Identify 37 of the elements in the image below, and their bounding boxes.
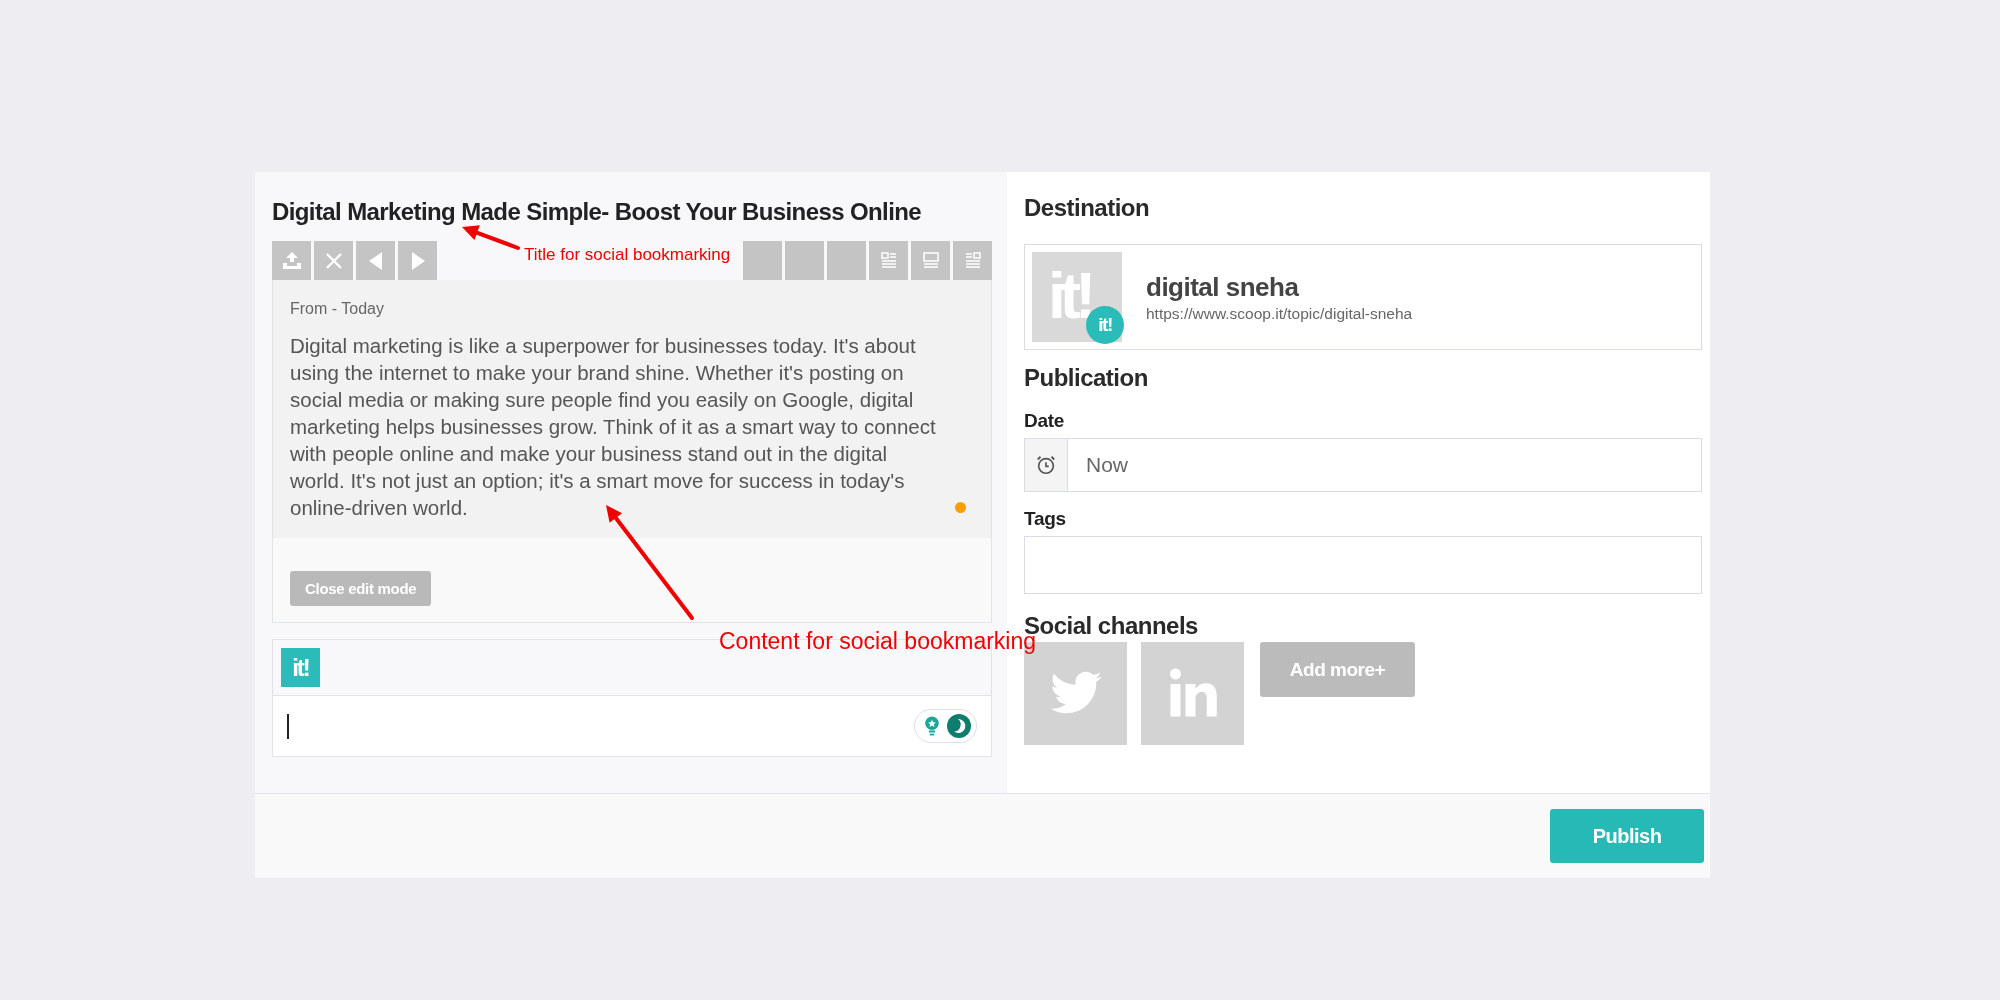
date-field[interactable]: Now xyxy=(1024,438,1702,492)
topic-url: https://www.scoop.it/topic/digital-sneha xyxy=(1146,304,1413,323)
toolbar-button[interactable] xyxy=(827,241,866,280)
toolbar-button[interactable] xyxy=(869,241,908,280)
lightbulb-icon xyxy=(923,715,941,737)
section-heading: Publication xyxy=(1024,363,1149,393)
toolbar-button[interactable] xyxy=(743,241,782,280)
moon-icon xyxy=(947,714,971,738)
publish-button[interactable]: Publish xyxy=(1550,809,1704,863)
post-title: Digital Marketing Made Simple- Boost Your Business Online xyxy=(272,197,923,227)
assistant-pill[interactable] xyxy=(914,709,977,743)
toolbar-button[interactable] xyxy=(398,241,437,280)
comment-field[interactable] xyxy=(273,696,991,756)
toolbar-button[interactable] xyxy=(314,241,353,280)
logo-badge: it! xyxy=(1086,306,1124,344)
close-edit-button[interactable]: Close edit mode xyxy=(290,571,432,606)
add-more-button[interactable]: Add more+ xyxy=(1260,642,1415,697)
source-label: From - Today xyxy=(290,300,385,318)
toolbar-button[interactable] xyxy=(911,241,950,280)
toolbar-button[interactable] xyxy=(272,241,311,280)
toolbar-button[interactable] xyxy=(356,241,395,280)
toolbar-button[interactable] xyxy=(953,241,992,280)
status-dot xyxy=(955,502,966,513)
annotation-arrow xyxy=(462,225,520,250)
text-cursor xyxy=(287,713,289,739)
field-label: Tags xyxy=(1024,508,1067,530)
topic-name: digital sneha xyxy=(1146,271,1300,303)
field-label: Date xyxy=(1024,410,1065,432)
toolbar-button[interactable] xyxy=(785,241,824,280)
annotation-text: Title for social bookmarking xyxy=(524,245,731,265)
alarm-clock-icon xyxy=(1035,454,1057,476)
post-content: Digital marketing is like a superpower for businesses today. It's about using the internet to make your brand shine. Whether it's posting on social media or making sure people find you easily on Google, digital marketing helps businesses grow. Think of it as a smart way to connect with people online and make your business stand out in the digital world. It's not just an option; it's a smart move for success in today's online-driven world. xyxy=(290,333,937,521)
social-channel-tile[interactable] xyxy=(1141,642,1244,745)
date-value: Now xyxy=(1086,453,1128,477)
logo: it! xyxy=(281,648,320,687)
section-heading: Destination xyxy=(1024,193,1151,223)
tags-field[interactable] xyxy=(1024,536,1702,594)
